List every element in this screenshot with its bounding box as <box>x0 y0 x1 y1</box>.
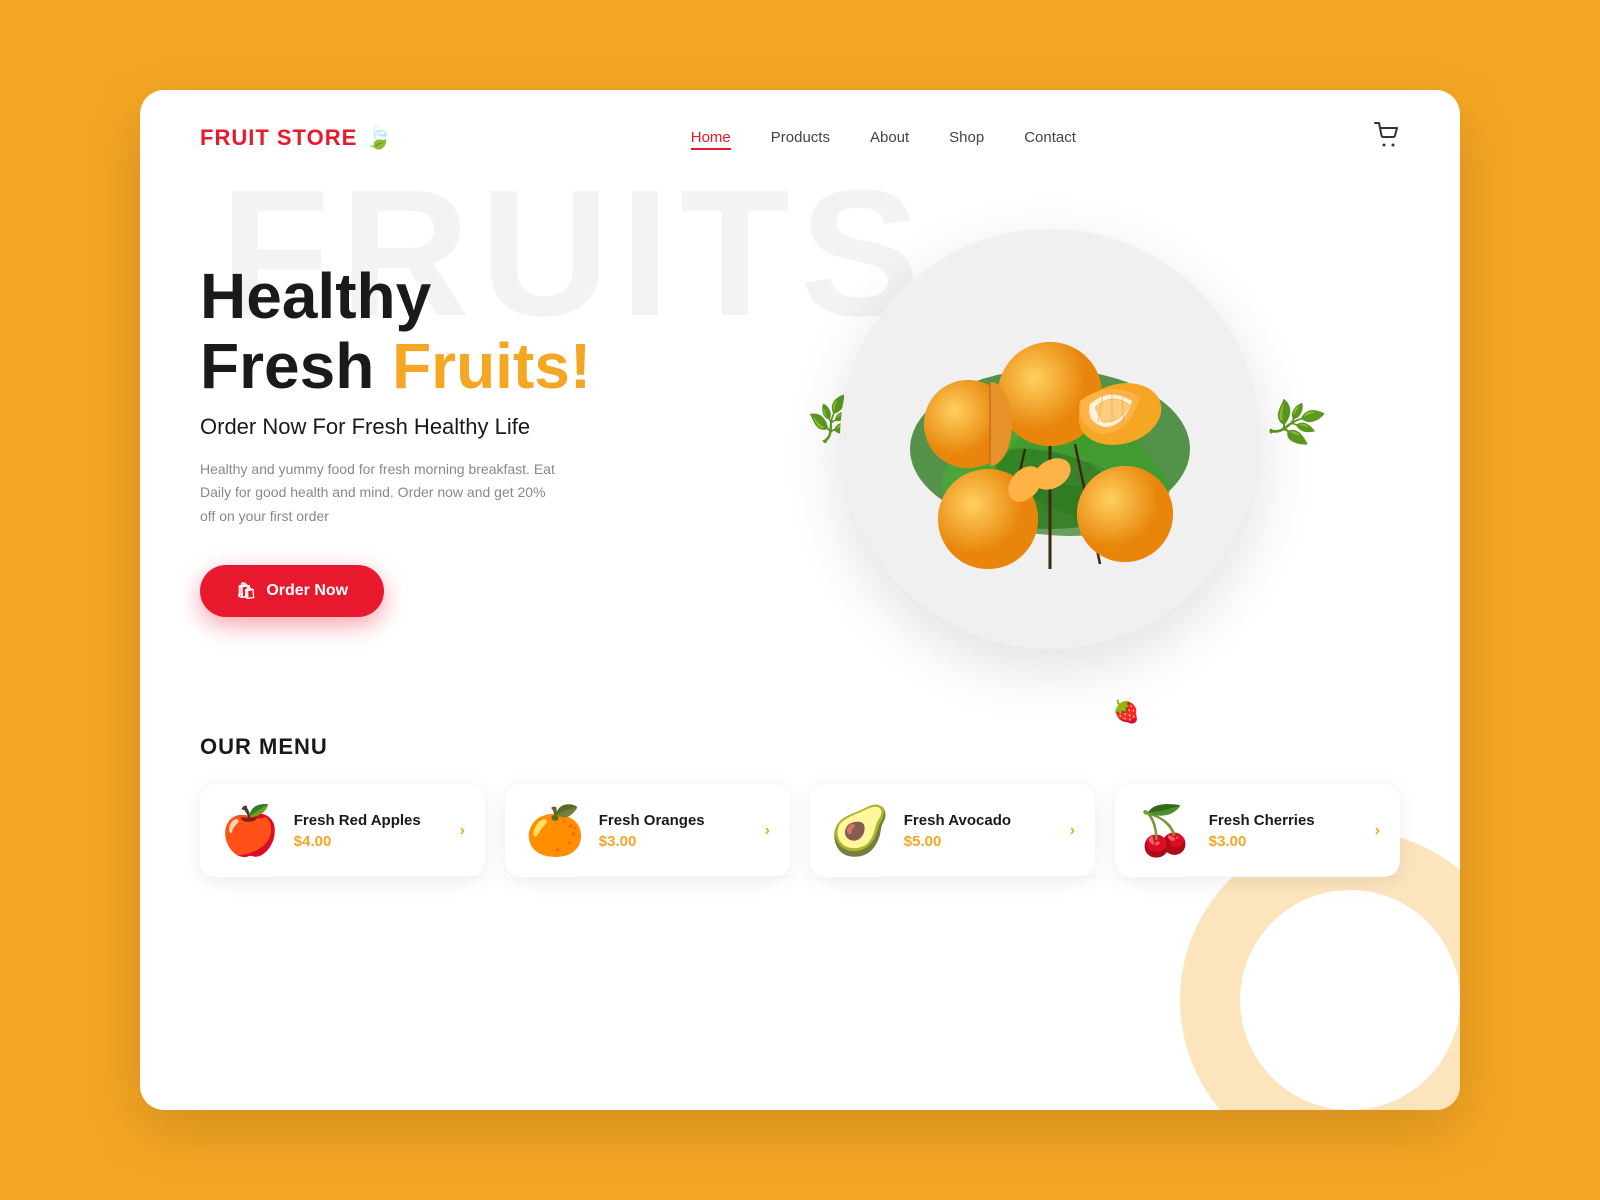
menu-card-name-3: Fresh Cherries <box>1209 812 1361 829</box>
nav-link-home[interactable]: Home <box>691 129 731 150</box>
menu-card-name-0: Fresh Red Apples <box>294 812 446 829</box>
menu-card-info-3: Fresh Cherries $3.00 <box>1209 812 1361 850</box>
menu-card-1[interactable]: 🍊 Fresh Oranges $3.00 › <box>505 784 790 877</box>
order-btn-label: Order Now <box>266 582 348 600</box>
nav-links: Home Products About Shop Contact <box>691 129 1076 147</box>
nav-link-about[interactable]: About <box>870 129 909 146</box>
fruit-plate <box>840 229 1260 649</box>
menu-card-arrow-0[interactable]: › <box>460 822 465 840</box>
hero-title-line2-normal: Fresh <box>200 330 392 402</box>
menu-card-name-2: Fresh Avocado <box>904 812 1056 829</box>
order-now-button[interactable]: 🛍 Order Now <box>200 565 384 617</box>
menu-card-info-0: Fresh Red Apples $4.00 <box>294 812 446 850</box>
fruit-icon-avocado: 🥑 <box>830 802 890 859</box>
menu-card-name-1: Fresh Oranges <box>599 812 751 829</box>
nav-item-about[interactable]: About <box>870 129 909 147</box>
nav-item-home[interactable]: Home <box>691 129 731 147</box>
hero-section: Healthy Fresh Fruits! Order Now For Fres… <box>140 154 1460 714</box>
fruit-icon-apple: 🍎 <box>220 802 280 859</box>
main-card: FRUITS FRUIT STORE 🍃 Home Products About… <box>140 90 1460 1110</box>
menu-card-0[interactable]: 🍎 Fresh Red Apples $4.00 › <box>200 784 485 877</box>
menu-card-price-0: $4.00 <box>294 833 446 850</box>
hero-description: Healthy and yummy food for fresh morning… <box>200 458 560 529</box>
fruit-icon-orange: 🍊 <box>525 802 585 859</box>
hero-title-line1: Healthy <box>200 260 431 332</box>
fruit-plate-svg <box>860 249 1240 629</box>
menu-card-2[interactable]: 🥑 Fresh Avocado $5.00 › <box>810 784 1095 877</box>
navbar: FRUIT STORE 🍃 Home Products About Shop C… <box>140 90 1460 154</box>
hero-title-highlight: Fruits! <box>392 330 591 402</box>
fruit-icon-cherries: 🍒 <box>1135 802 1195 859</box>
logo-leaf-icon: 🍃 <box>365 125 392 151</box>
menu-section: OUR MENU 🍎 Fresh Red Apples $4.00 › 🍊 Fr… <box>140 714 1460 917</box>
fruit-plate-container <box>810 199 1290 679</box>
menu-title: OUR MENU <box>200 734 1400 760</box>
nav-item-shop[interactable]: Shop <box>949 129 984 147</box>
nav-link-products[interactable]: Products <box>771 129 830 146</box>
logo-text: FRUIT STORE <box>200 125 357 151</box>
logo: FRUIT STORE 🍃 <box>200 125 393 151</box>
nav-item-contact[interactable]: Contact <box>1024 129 1076 147</box>
order-btn-icon: 🛍 <box>236 581 256 601</box>
hero-subtitle: Order Now For Fresh Healthy Life <box>200 414 700 440</box>
menu-grid: 🍎 Fresh Red Apples $4.00 › 🍊 Fresh Orang… <box>200 784 1400 877</box>
nav-link-contact[interactable]: Contact <box>1024 129 1076 146</box>
menu-card-arrow-1[interactable]: › <box>765 822 770 840</box>
hero-left: Healthy Fresh Fruits! Order Now For Fres… <box>200 261 700 617</box>
menu-card-arrow-3[interactable]: › <box>1375 822 1380 840</box>
menu-card-price-1: $3.00 <box>599 833 751 850</box>
nav-link-shop[interactable]: Shop <box>949 129 984 146</box>
menu-card-info-2: Fresh Avocado $5.00 <box>904 812 1056 850</box>
menu-card-arrow-2[interactable]: › <box>1070 822 1075 840</box>
menu-card-price-3: $3.00 <box>1209 833 1361 850</box>
menu-card-3[interactable]: 🍒 Fresh Cherries $3.00 › <box>1115 784 1400 877</box>
hero-right: 🌿 🌿 🌿 🍓 🍓 <box>700 199 1400 679</box>
hero-title: Healthy Fresh Fruits! <box>200 261 700 402</box>
menu-card-price-2: $5.00 <box>904 833 1056 850</box>
nav-item-products[interactable]: Products <box>771 129 830 147</box>
cart-icon[interactable] <box>1374 122 1400 154</box>
menu-card-info-1: Fresh Oranges $3.00 <box>599 812 751 850</box>
